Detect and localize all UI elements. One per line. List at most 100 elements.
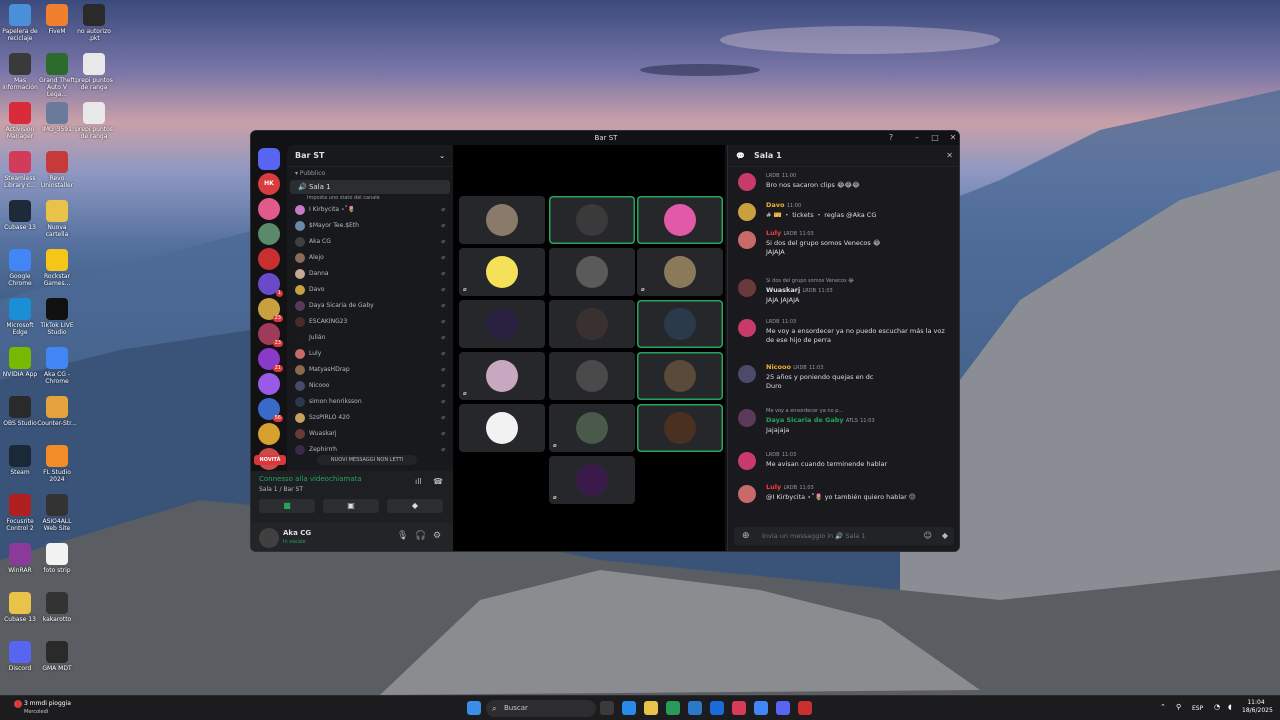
desktop-icon[interactable]: Steamless Library c... [0, 151, 40, 189]
maximize-button[interactable]: □ [927, 131, 943, 145]
screen-share-button[interactable]: ▣ [323, 499, 379, 513]
message-author[interactable]: Nicooo LRDB 11:03 [766, 363, 954, 373]
server-icon[interactable]: 23 [258, 323, 283, 347]
headphones-icon[interactable]: 🎧 [415, 531, 426, 541]
microphone-icon[interactable]: 🎙 [397, 531, 408, 541]
desktop-icon[interactable]: no autorizo .pkt [74, 4, 114, 42]
message-author[interactable]: LRDB 11:03 [766, 450, 954, 460]
desktop-icon[interactable]: Grand Theft Auto V Lega... [37, 53, 77, 98]
participant-tile[interactable]: ⌀ [459, 352, 545, 400]
server-icon[interactable]: 1 [258, 273, 283, 297]
participant-tile[interactable] [459, 404, 545, 452]
message-author[interactable]: Luly LRDB 11:03 [766, 229, 954, 239]
server-icon[interactable] [258, 223, 280, 245]
chat-message[interactable]: Luly LRDB 11:03 Si dos del grupo somos Ve… [728, 229, 954, 257]
desktop-icon[interactable]: Cubase 13 [0, 592, 40, 623]
server-icon[interactable]: HK [258, 173, 280, 195]
disconnect-icon[interactable]: ☎ [433, 477, 443, 486]
voice-member[interactable]: Alejo ⌀ [287, 250, 453, 266]
voice-member[interactable]: I Kirbycita ⋆˚🌷 ⌀ [287, 202, 453, 218]
desktop-icon[interactable]: Counter-Str... [37, 396, 77, 427]
message-author[interactable]: Daya Sicaria de Gaby ATLS 11:03 [766, 416, 954, 426]
server-icon[interactable] [258, 373, 280, 395]
participant-tile[interactable] [549, 352, 635, 400]
noise-suppression-icon[interactable]: ıll [415, 477, 422, 486]
voice-member[interactable]: Luly ⌀ [287, 346, 453, 362]
voice-location[interactable]: Sala 1 / Bar ST [259, 486, 303, 493]
voice-member[interactable]: Wuaskarj ⌀ [287, 426, 453, 442]
desktop-icon[interactable]: Focusrite Control 2 [0, 494, 40, 532]
server-icon[interactable]: 56 [258, 398, 283, 422]
taskbar-app-icon[interactable] [600, 701, 614, 715]
taskbar-app-icon[interactable] [622, 701, 636, 715]
participant-tile[interactable] [459, 196, 545, 244]
server-icon[interactable]: 23 [258, 298, 283, 322]
network-icon[interactable]: ⚲ [1176, 703, 1181, 711]
chat-message[interactable]: LRDB 11:00 Bro nos sacaron clips 😂😂😂 [728, 171, 954, 191]
desktop-icon[interactable]: GMA MDT [37, 641, 77, 672]
desktop-icon[interactable]: Revo Uninstaller [37, 151, 77, 189]
desktop-icon[interactable]: Microsoft Edge [0, 298, 40, 336]
desktop-icon[interactable]: prepi puntos de ranga [74, 53, 114, 91]
desktop-icon[interactable]: OBS Studio [0, 396, 40, 427]
desktop-icon[interactable]: Mas información [0, 53, 40, 91]
desktop-icon[interactable]: Discord [0, 641, 40, 672]
emoji-icon[interactable]: ☺ [924, 527, 932, 545]
reply-preview[interactable]: Me voy a ensordecer ya no p... [766, 407, 954, 416]
desktop-icon[interactable]: NVIDIA App [0, 347, 40, 378]
chat-message[interactable]: LRDB 11:03 Me voy a ensordecer ya no pued… [728, 317, 954, 345]
taskbar-app-icon[interactable] [644, 701, 658, 715]
participant-tile[interactable]: ⌀ [549, 404, 635, 452]
reply-preview[interactable]: Si dos del grupo somos Venecos 😂 [766, 277, 954, 286]
language-indicator[interactable]: ESP [1192, 705, 1203, 713]
desktop-icon[interactable]: Steam [0, 445, 40, 476]
chevron-up-icon[interactable]: ⌃ [1160, 703, 1166, 711]
voice-member[interactable]: MatyasHDrap ⌀ [287, 362, 453, 378]
participant-tile[interactable] [459, 300, 545, 348]
chat-message[interactable]: Davo 11:00 # 🎫 ・ tickets ・ reglas @Aka CG [728, 201, 954, 221]
taskbar-search[interactable]: ⌕ Buscar [486, 700, 596, 717]
voice-member[interactable]: Davo ⌀ [287, 282, 453, 298]
participant-tile[interactable]: ⌀ [459, 248, 545, 296]
desktop-icon[interactable]: prepi puntos de ranga [74, 102, 114, 140]
help-icon[interactable]: ? [883, 131, 899, 145]
desktop-icon[interactable]: IMG_3591 [37, 102, 77, 133]
message-author[interactable]: Wuaskarj LRDB 11:03 [766, 286, 954, 296]
voice-member[interactable]: Danna ⌀ [287, 266, 453, 282]
chat-message[interactable]: Me voy a ensordecer ya no p... Daya Sicar… [728, 407, 954, 435]
server-icon[interactable]: 21 [258, 348, 283, 372]
desktop-icon[interactable]: kakarotto [37, 592, 77, 623]
weather-icon[interactable] [14, 700, 22, 708]
participant-tile[interactable] [549, 300, 635, 348]
activity-button[interactable]: ◆ [387, 499, 443, 513]
participant-tile[interactable] [637, 352, 723, 400]
participant-tile[interactable]: ⌀ [549, 456, 635, 504]
desktop-icon[interactable]: FiveM [37, 4, 77, 35]
category-pubblico[interactable]: ▾ Pubblico [287, 167, 453, 180]
add-icon[interactable]: ⊕ [742, 527, 750, 545]
minimize-button[interactable]: – [909, 131, 925, 145]
voice-member[interactable]: $Mayor Tee.$Eth ⌀ [287, 218, 453, 234]
camera-button[interactable]: ■ [259, 499, 315, 513]
clock[interactable]: 11:04 18/6/2025 [1242, 699, 1273, 715]
desktop-icon[interactable]: TikTok LIVE Studio [37, 298, 77, 336]
desktop-icon[interactable]: FL Studio 2024 [37, 445, 77, 483]
voice-member[interactable]: Daya Sicaria de Gaby ⌀ [287, 298, 453, 314]
wifi-icon[interactable]: ◔ [1214, 703, 1220, 711]
taskbar-app-icon[interactable] [688, 701, 702, 715]
chat-message[interactable]: LRDB 11:03 Me avisan cuando terminende ha… [728, 450, 954, 470]
taskbar-app-icon[interactable] [754, 701, 768, 715]
taskbar-app-icon[interactable] [666, 701, 680, 715]
weather-text[interactable]: 3 mmdi pioggia [24, 700, 71, 707]
chat-message[interactable]: Nicooo LRDB 11:03 25 años y poniendo quej… [728, 363, 954, 391]
voice-status[interactable]: Imposta uno stato del canale [287, 194, 453, 202]
desktop-icon[interactable]: foto strip [37, 543, 77, 574]
voice-member[interactable]: SzsPIRLO 420 ⌀ [287, 410, 453, 426]
taskbar-app-icon[interactable] [732, 701, 746, 715]
voice-member[interactable]: ESCAKING23 ⌀ [287, 314, 453, 330]
discord-home-icon[interactable] [258, 148, 280, 170]
voice-channel-sala-1[interactable]: 🔊 Sala 1 [290, 180, 450, 194]
voice-member[interactable]: Aka CG ⌀ [287, 234, 453, 250]
participant-tile[interactable] [637, 300, 723, 348]
message-author[interactable]: LRDB 11:03 [766, 317, 954, 327]
